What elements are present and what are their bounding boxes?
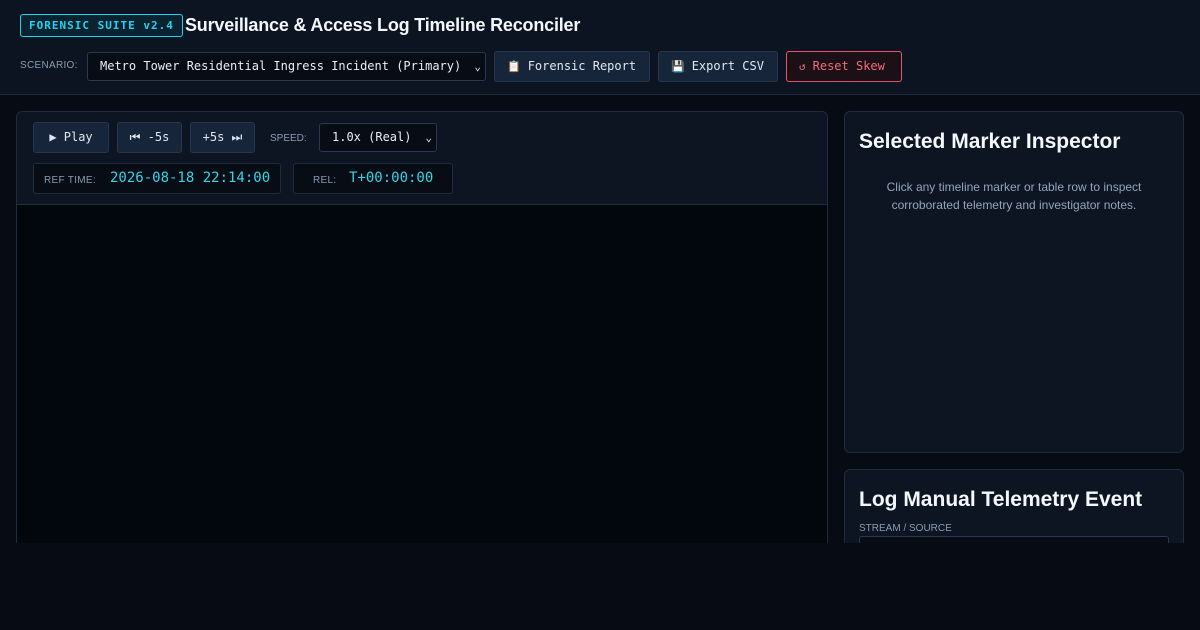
playback-controls: ▶ Play ⏮ -5s +5s ⏭ SPEED: 1.0x (Real) ⌄ …	[17, 112, 827, 205]
export-csv-label: Export CSV	[691, 59, 764, 73]
timeline-panel: ▶ Play ⏮ -5s +5s ⏭ SPEED: 1.0x (Real) ⌄ …	[16, 111, 828, 571]
inspector-title: Selected Marker Inspector	[859, 130, 1121, 153]
relative-time-label: REL:	[313, 175, 337, 186]
page-title: Surveillance & Access Log Timeline Recon…	[185, 15, 581, 35]
reset-skew-label: Reset Skew	[812, 59, 885, 73]
forensic-report-label: Forensic Report	[527, 59, 637, 73]
chevron-down-icon: ⌄	[425, 131, 432, 144]
reset-skew-button[interactable]: ↺ Reset Skew	[786, 51, 902, 82]
speed-label: SPEED:	[270, 133, 307, 144]
ref-time-value: 2026-08-18 22:14:00	[110, 170, 271, 186]
scenario-select[interactable]: Metro Tower Residential Ingress Incident…	[87, 52, 486, 81]
skip-forward-button[interactable]: +5s ⏭	[190, 122, 255, 153]
brand-badge: FORENSIC SUITE v2.4	[20, 14, 183, 37]
scenario-label: SCENARIO:	[20, 60, 78, 71]
reset-icon: ↺	[799, 60, 806, 73]
speed-select[interactable]: 1.0x (Real) ⌄	[319, 123, 437, 152]
floppy-disk-icon: 💾	[671, 60, 685, 73]
timeline-canvas[interactable]	[17, 205, 827, 570]
viewport-cutoff	[0, 543, 1200, 630]
scenario-selected-value: Metro Tower Residential Ingress Incident…	[100, 59, 462, 73]
relative-time-value: T+00:00:00	[349, 170, 434, 186]
forensic-report-button[interactable]: 📋 Forensic Report	[494, 51, 650, 82]
inspector-empty-hint: Click any timeline marker or table row t…	[886, 180, 1142, 212]
clipboard-icon: 📋	[507, 60, 521, 73]
stream-source-label: STREAM / SOURCE	[859, 523, 952, 534]
app-header: FORENSIC SUITE v2.4 Surveillance & Acces…	[0, 0, 1200, 95]
marker-inspector-panel: Selected Marker Inspector Click any time…	[844, 111, 1184, 453]
log-event-title: Log Manual Telemetry Event	[859, 488, 1143, 511]
speed-selected-value: 1.0x (Real)	[332, 130, 412, 144]
chevron-down-icon: ⌄	[474, 60, 481, 73]
ref-time-readout: REF TIME: 2026-08-18 22:14:00	[33, 163, 281, 194]
play-button[interactable]: ▶ Play	[33, 122, 109, 153]
skip-back-button[interactable]: ⏮ -5s	[117, 122, 182, 153]
export-csv-button[interactable]: 💾 Export CSV	[658, 51, 778, 82]
ref-time-label: REF TIME:	[44, 175, 96, 186]
relative-time-readout: REL: T+00:00:00	[293, 163, 453, 194]
